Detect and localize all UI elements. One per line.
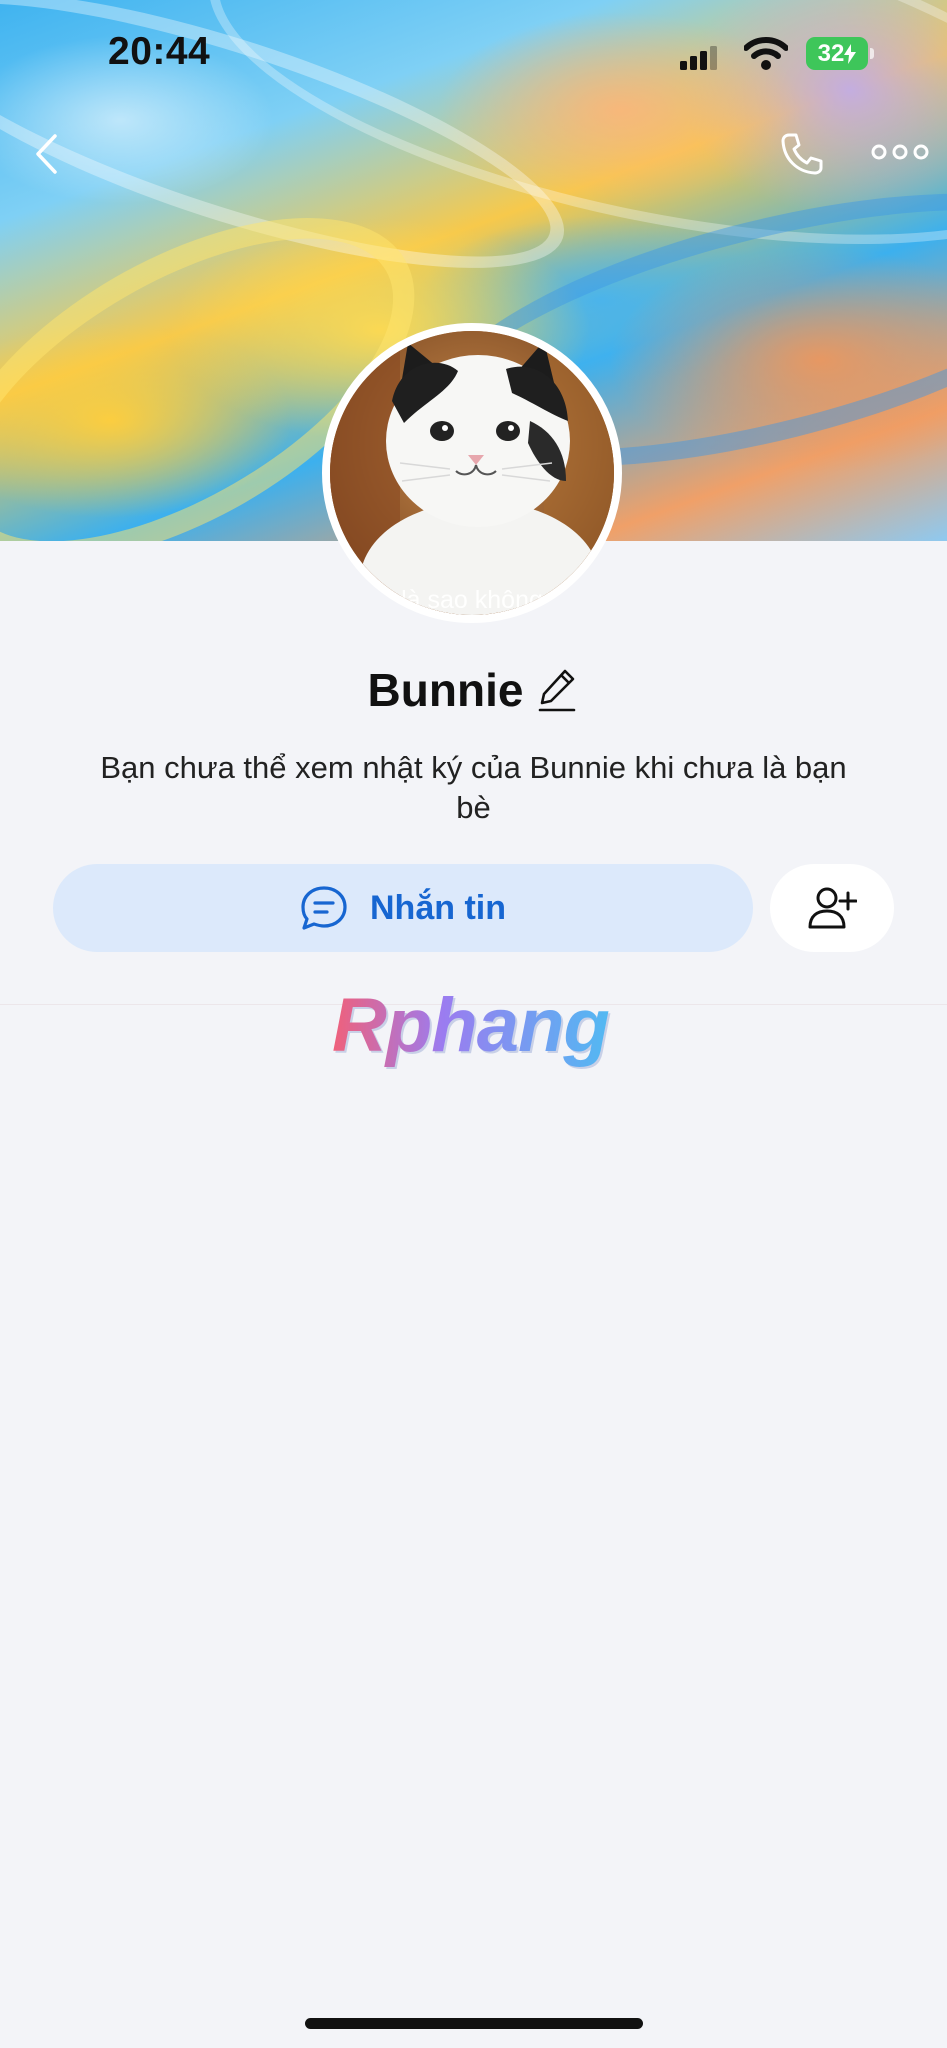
friend-restriction-notice: Bạn chưa thể xem nhật ký của Bunnie khi … — [100, 750, 847, 825]
add-user-icon — [808, 887, 857, 929]
avatar[interactable]: là sao không — [322, 323, 622, 623]
message-button[interactable]: Nhắn tin — [53, 864, 753, 952]
call-button[interactable] — [776, 128, 828, 180]
add-friend-button[interactable] — [770, 864, 894, 952]
status-time: 20:44 — [108, 30, 211, 73]
pencil-icon — [539, 669, 576, 712]
cat-photo — [330, 331, 614, 615]
wifi-icon — [744, 37, 788, 70]
avatar-caption: là sao không — [401, 586, 543, 614]
home-indicator[interactable] — [305, 2018, 643, 2029]
signal-icon — [680, 46, 717, 70]
chat-bubble-icon — [301, 886, 347, 930]
battery-indicator: 32 — [806, 37, 874, 70]
more-dots-icon — [871, 144, 929, 160]
profile-screen: 20:44 32 là sao không Bunnie Bạn chưa th… — [0, 0, 947, 2048]
message-button-label: Nhắn tin — [370, 888, 506, 927]
more-button[interactable] — [868, 138, 932, 166]
profile-name-row: Bunnie — [0, 660, 947, 720]
profile-name: Bunnie — [367, 664, 524, 716]
back-button[interactable] — [24, 128, 68, 180]
watermark-logo: Rphang — [332, 983, 610, 1068]
edit-name-button[interactable] — [537, 666, 579, 714]
chevron-left-icon — [36, 134, 57, 174]
phone-icon — [781, 133, 823, 175]
battery-level: 32 — [817, 39, 845, 67]
charging-bolt-icon — [844, 43, 857, 64]
